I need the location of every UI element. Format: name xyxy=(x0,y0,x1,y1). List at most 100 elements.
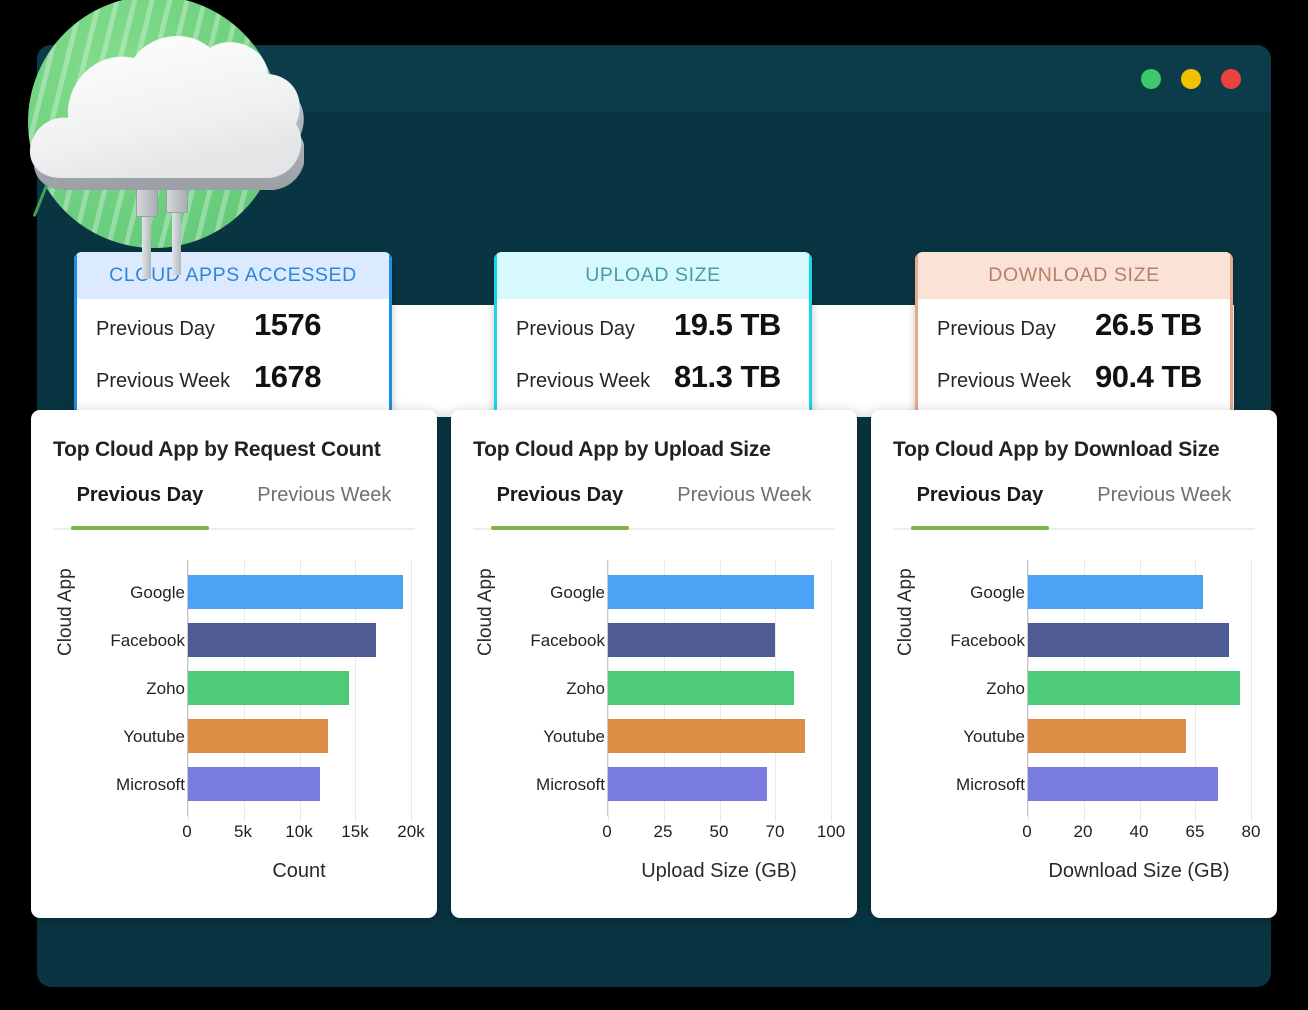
tab-previous-day[interactable]: Previous Day xyxy=(70,484,210,530)
stat-row-label: Previous Week xyxy=(516,370,651,392)
bar[interactable] xyxy=(1028,575,1203,609)
x-tick: 65 xyxy=(1185,822,1205,841)
bar[interactable] xyxy=(188,623,377,657)
bar-row xyxy=(1028,767,1251,801)
bar-row xyxy=(608,575,831,609)
bar-row xyxy=(608,719,831,753)
tab-previous-day[interactable]: Previous Day xyxy=(910,484,1050,530)
x-tick: 15k xyxy=(341,822,369,841)
plot-area xyxy=(1027,560,1252,822)
close-dot[interactable] xyxy=(1221,69,1241,89)
tab-previous-day[interactable]: Previous Day xyxy=(490,484,630,530)
maximize-dot[interactable] xyxy=(1181,69,1201,89)
category-label: Microsoft xyxy=(956,774,1025,794)
bar-row xyxy=(188,575,411,609)
stat-card-rows: Previous Day 19.5 TB Previous Week 81.3 … xyxy=(494,299,812,411)
stat-row: Previous Day 26.5 TB xyxy=(937,307,1211,359)
y-axis-label: Cloud App xyxy=(895,568,916,656)
y-axis-tick-labels: Google Facebook Zoho Youtube Microsoft xyxy=(929,568,1025,808)
bar-row xyxy=(608,671,831,705)
card-accent-right xyxy=(389,252,392,417)
stat-row-value: 1576 xyxy=(254,307,321,342)
bar-row xyxy=(1028,623,1251,657)
x-tick: 80 xyxy=(1241,822,1261,841)
card-accent-right xyxy=(809,252,812,417)
plot-area xyxy=(187,560,412,822)
chart-tabs[interactable]: Previous Day Previous Week xyxy=(893,484,1255,530)
x-tick: 100 xyxy=(816,822,846,841)
bar[interactable] xyxy=(188,671,349,705)
chart-card-request-count: Top Cloud App by Request Count Previous … xyxy=(31,410,437,918)
bar[interactable] xyxy=(1028,719,1187,753)
stat-card-upload-size[interactable]: UPLOAD SIZE Previous Day 19.5 TB Previou… xyxy=(494,252,812,417)
category-label: Zoho xyxy=(146,678,185,698)
x-axis-tick-labels: 0 20 40 65 80 xyxy=(1022,822,1260,848)
x-tick: 0 xyxy=(182,822,192,841)
category-label: Microsoft xyxy=(536,774,605,794)
stat-card-title: DOWNLOAD SIZE xyxy=(915,252,1233,299)
category-label: Google xyxy=(130,582,185,602)
card-accent-left xyxy=(494,252,497,417)
x-axis-tick-labels: 0 25 50 70 100 xyxy=(602,822,845,848)
stat-row-value: 26.5 TB xyxy=(1095,307,1202,342)
card-accent-right xyxy=(1230,252,1233,417)
tab-previous-week[interactable]: Previous Week xyxy=(251,484,397,528)
chart-plot: Cloud App Google Facebook Zoho Youtube Micro… xyxy=(893,560,1260,890)
chart-tabs[interactable]: Previous Day Previous Week xyxy=(473,484,835,530)
tab-previous-week[interactable]: Previous Week xyxy=(1091,484,1237,528)
window-controls[interactable] xyxy=(1141,69,1241,89)
stat-card-rows: Previous Day 26.5 TB Previous Week 90.4 … xyxy=(915,299,1233,411)
chart-plot: Cloud App Google Facebook Zoho Youtube Micro… xyxy=(473,560,845,890)
x-axis-label: Count xyxy=(272,860,326,882)
bar[interactable] xyxy=(1028,623,1229,657)
stat-card-cloud-apps-accessed[interactable]: CLOUD APPS ACCESSED Previous Day 1576 Pr… xyxy=(74,252,392,417)
bar[interactable] xyxy=(188,575,404,609)
chart-title: Top Cloud App by Upload Size xyxy=(473,438,771,461)
bar-row xyxy=(188,623,411,657)
stat-card-title: UPLOAD SIZE xyxy=(494,252,812,299)
bar[interactable] xyxy=(608,767,767,801)
bar[interactable] xyxy=(608,719,805,753)
bar-row xyxy=(1028,671,1251,705)
stat-row-label: Previous Week xyxy=(937,370,1072,392)
card-accent-left xyxy=(74,252,77,417)
stat-card-download-size[interactable]: DOWNLOAD SIZE Previous Day 26.5 TB Previ… xyxy=(915,252,1233,417)
category-label: Youtube xyxy=(543,726,605,746)
y-axis-label: Cloud App xyxy=(475,568,496,656)
bar[interactable] xyxy=(608,575,815,609)
chart-tabs[interactable]: Previous Day Previous Week xyxy=(53,484,415,530)
x-tick: 25 xyxy=(653,822,673,841)
bar[interactable] xyxy=(608,623,776,657)
stat-row-value: 19.5 TB xyxy=(674,307,781,342)
bar-series xyxy=(608,568,831,808)
chart-plot: Cloud App Google Facebook Zoho Youtube Micro… xyxy=(53,560,425,890)
x-tick: 20 xyxy=(1073,822,1093,841)
stat-row-label: Previous Day xyxy=(96,318,215,340)
category-label: Youtube xyxy=(123,726,185,746)
x-tick: 5k xyxy=(234,822,252,841)
x-tick: 70 xyxy=(765,822,785,841)
bar-row xyxy=(608,767,831,801)
bar[interactable] xyxy=(188,719,329,753)
stat-row-value: 1678 xyxy=(254,359,321,394)
stat-row-label: Previous Week xyxy=(96,370,231,392)
bar[interactable] xyxy=(188,767,320,801)
bar-row xyxy=(1028,575,1251,609)
minimize-dot[interactable] xyxy=(1141,69,1161,89)
stat-row-label: Previous Day xyxy=(516,318,635,340)
bar-series xyxy=(188,568,411,808)
gridline xyxy=(1251,560,1252,822)
bar[interactable] xyxy=(608,671,794,705)
bar[interactable] xyxy=(1028,767,1218,801)
stat-row-value: 90.4 TB xyxy=(1095,359,1202,394)
tab-previous-week[interactable]: Previous Week xyxy=(671,484,817,528)
cloud-icon xyxy=(29,35,304,190)
category-label: Microsoft xyxy=(116,774,185,794)
category-label: Facebook xyxy=(110,630,185,650)
y-axis-label: Cloud App xyxy=(55,568,76,656)
bar[interactable] xyxy=(1028,671,1240,705)
y-axis-tick-labels: Google Facebook Zoho Youtube Microsoft xyxy=(509,568,605,808)
screenshot-root: CLOUD APPS ACCESSED Previous Day 1576 Pr… xyxy=(0,0,1308,1010)
bar-row xyxy=(188,767,411,801)
stat-row-value: 81.3 TB xyxy=(674,359,781,394)
